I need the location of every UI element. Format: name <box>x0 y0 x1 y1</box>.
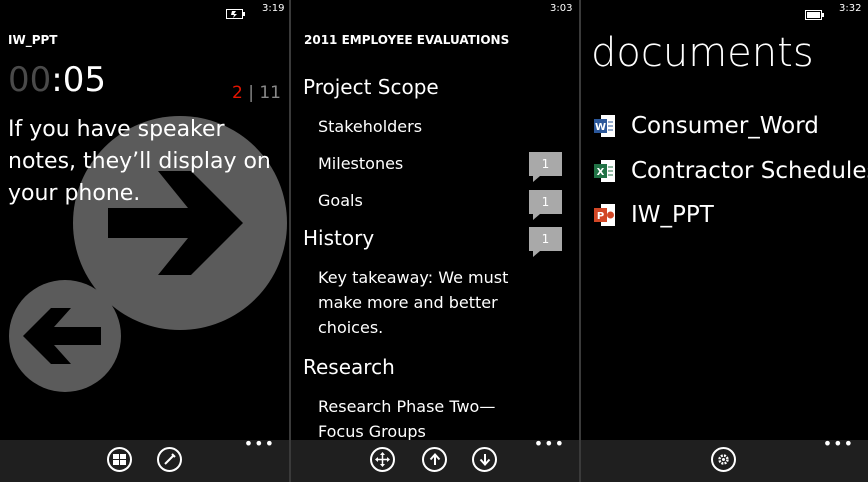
settings-icon <box>718 454 729 465</box>
word-document-icon: W <box>594 114 616 138</box>
more-options-button[interactable]: ••• <box>534 434 565 453</box>
arrow-left-icon <box>23 308 101 364</box>
presenter-panel: 3:19 IW_PPT 00:05 2 | 11 If you have spe… <box>0 0 289 482</box>
comment-count: 1 <box>529 152 562 176</box>
document-name: Consumer_Word <box>631 113 819 139</box>
settings-button[interactable] <box>711 447 736 472</box>
documents-panel: 3:32 documents W Consumer_Word X Contrac… <box>581 0 868 482</box>
outline-heading-history[interactable]: History <box>303 226 374 250</box>
arrow-up-icon <box>429 453 440 465</box>
comment-badge[interactable]: 1 <box>529 227 562 257</box>
document-item[interactable]: W Consumer_Word <box>594 110 868 142</box>
svg-text:X: X <box>597 167 605 178</box>
comment-count: 1 <box>529 227 562 251</box>
app-title: IW_PPT <box>8 33 58 47</box>
comment-count: 1 <box>529 190 562 214</box>
battery-icon <box>805 5 825 20</box>
svg-text:P: P <box>597 211 604 222</box>
outline-item-stakeholders[interactable]: Stakeholders <box>318 114 533 139</box>
document-item[interactable]: P IW_PPT <box>594 199 868 231</box>
status-time: 3:19 <box>262 3 285 14</box>
move-button[interactable] <box>370 447 395 472</box>
total-slides: 11 <box>259 83 281 103</box>
svg-text:W: W <box>595 122 606 133</box>
pen-icon <box>164 453 176 465</box>
current-slide: 2 <box>231 83 243 103</box>
speaker-notes: If you have speaker notes, they’ll displ… <box>8 117 271 206</box>
app-bar: ••• <box>581 434 868 482</box>
outline-panel: 3:03 2011 EMPLOYEE EVALUATIONS Project S… <box>291 0 579 482</box>
outline-item-milestones[interactable]: Milestones <box>318 151 533 176</box>
page-title: documents <box>591 30 814 76</box>
slides-grid-icon <box>113 454 126 465</box>
presentation-timer: 00:05 <box>8 60 106 100</box>
timer-minutes: 00 <box>8 60 52 100</box>
powerpoint-document-icon: P <box>594 203 616 227</box>
comment-badge[interactable]: 1 <box>529 190 562 220</box>
status-time: 3:32 <box>839 3 862 14</box>
timer-seconds: :05 <box>51 60 106 100</box>
document-name: Contractor Schedules <box>631 158 868 184</box>
battery-charging-icon <box>226 4 246 19</box>
more-options-button[interactable]: ••• <box>244 434 275 453</box>
arrow-down-icon <box>479 454 490 466</box>
slides-grid-button[interactable] <box>107 447 132 472</box>
document-item[interactable]: X Contractor Schedules <box>594 155 868 187</box>
previous-slide-button[interactable] <box>9 280 121 392</box>
slide-separator: | <box>248 83 254 103</box>
move-up-button[interactable] <box>422 447 447 472</box>
app-bar: ••• <box>291 434 579 482</box>
app-bar: ••• <box>0 434 289 482</box>
move-down-button[interactable] <box>472 447 497 472</box>
comment-badge[interactable]: 1 <box>529 152 562 182</box>
outline-item-research-phase-two[interactable]: Research Phase Two—Focus Groups <box>318 394 518 444</box>
excel-document-icon: X <box>594 159 616 183</box>
outline-heading-project-scope[interactable]: Project Scope <box>303 75 439 99</box>
more-options-button[interactable]: ••• <box>823 434 854 453</box>
move-icon <box>375 452 390 467</box>
slide-counter: 2 | 11 <box>232 83 281 103</box>
document-header: 2011 EMPLOYEE EVALUATIONS <box>304 33 510 47</box>
outline-item-goals[interactable]: Goals <box>318 188 533 213</box>
document-name: IW_PPT <box>631 202 714 228</box>
outline-item-key-takeaway[interactable]: Key takeaway: We must make more and bett… <box>318 265 518 340</box>
status-time: 3:03 <box>550 3 573 14</box>
outline-heading-research[interactable]: Research <box>303 355 395 379</box>
pen-button[interactable] <box>157 447 182 472</box>
